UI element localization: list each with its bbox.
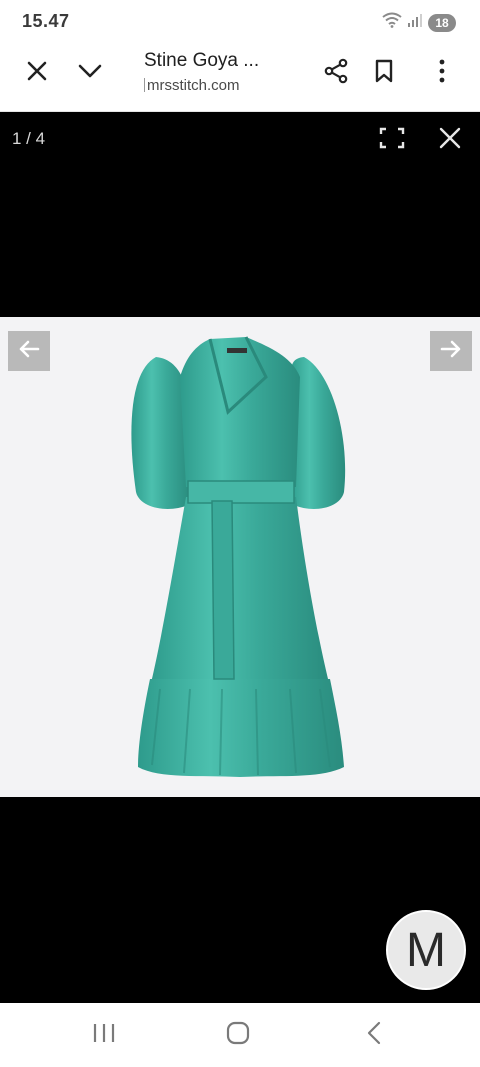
fullscreen-button[interactable] — [374, 122, 410, 158]
collapse-button[interactable] — [72, 55, 108, 91]
status-icons: 18 — [382, 12, 456, 33]
arrow-left-icon — [18, 340, 40, 363]
home-icon — [226, 1021, 250, 1050]
next-image-button[interactable] — [430, 331, 472, 371]
browser-toolbar: Stine Goya ... mrsstitch.com — [0, 44, 480, 112]
share-button[interactable] — [318, 55, 354, 91]
page-url: mrsstitch.com — [144, 77, 304, 94]
more-options-button[interactable] — [424, 55, 460, 91]
viewer-close-button[interactable] — [432, 122, 468, 158]
text-cursor — [144, 78, 145, 92]
signal-icon — [408, 13, 422, 32]
recent-apps-button[interactable] — [84, 1017, 124, 1053]
fullscreen-icon — [379, 127, 405, 154]
previous-image-button[interactable] — [8, 331, 50, 371]
bookmark-button[interactable] — [366, 55, 402, 91]
page-title-block[interactable]: Stine Goya ... mrsstitch.com — [144, 50, 304, 94]
dress-image — [131, 336, 346, 777]
battery-icon: 18 — [428, 13, 456, 32]
status-time: 15.47 — [22, 11, 70, 31]
page-url-text: mrsstitch.com — [147, 77, 240, 94]
system-nav-bar — [0, 1003, 480, 1067]
bookmark-icon — [374, 59, 394, 88]
image-counter: 1 / 4 — [12, 129, 46, 148]
share-icon — [323, 58, 349, 89]
product-image[interactable] — [0, 317, 480, 797]
page-title: Stine Goya ... — [144, 50, 260, 71]
status-bar: 15.47 18 — [0, 0, 480, 44]
back-icon — [366, 1021, 382, 1050]
close-icon — [439, 127, 461, 154]
more-vert-icon — [438, 59, 446, 88]
back-button[interactable] — [354, 1017, 394, 1053]
home-button[interactable] — [218, 1017, 258, 1053]
arrow-right-icon — [440, 340, 462, 363]
floating-avatar-button[interactable]: M — [386, 910, 466, 990]
recent-apps-icon — [92, 1022, 116, 1049]
chevron-down-icon — [78, 63, 102, 84]
close-button[interactable] — [19, 55, 55, 91]
image-viewer: 1 / 4 M — [0, 112, 480, 1003]
close-icon — [26, 60, 48, 87]
wifi-icon — [382, 12, 402, 33]
